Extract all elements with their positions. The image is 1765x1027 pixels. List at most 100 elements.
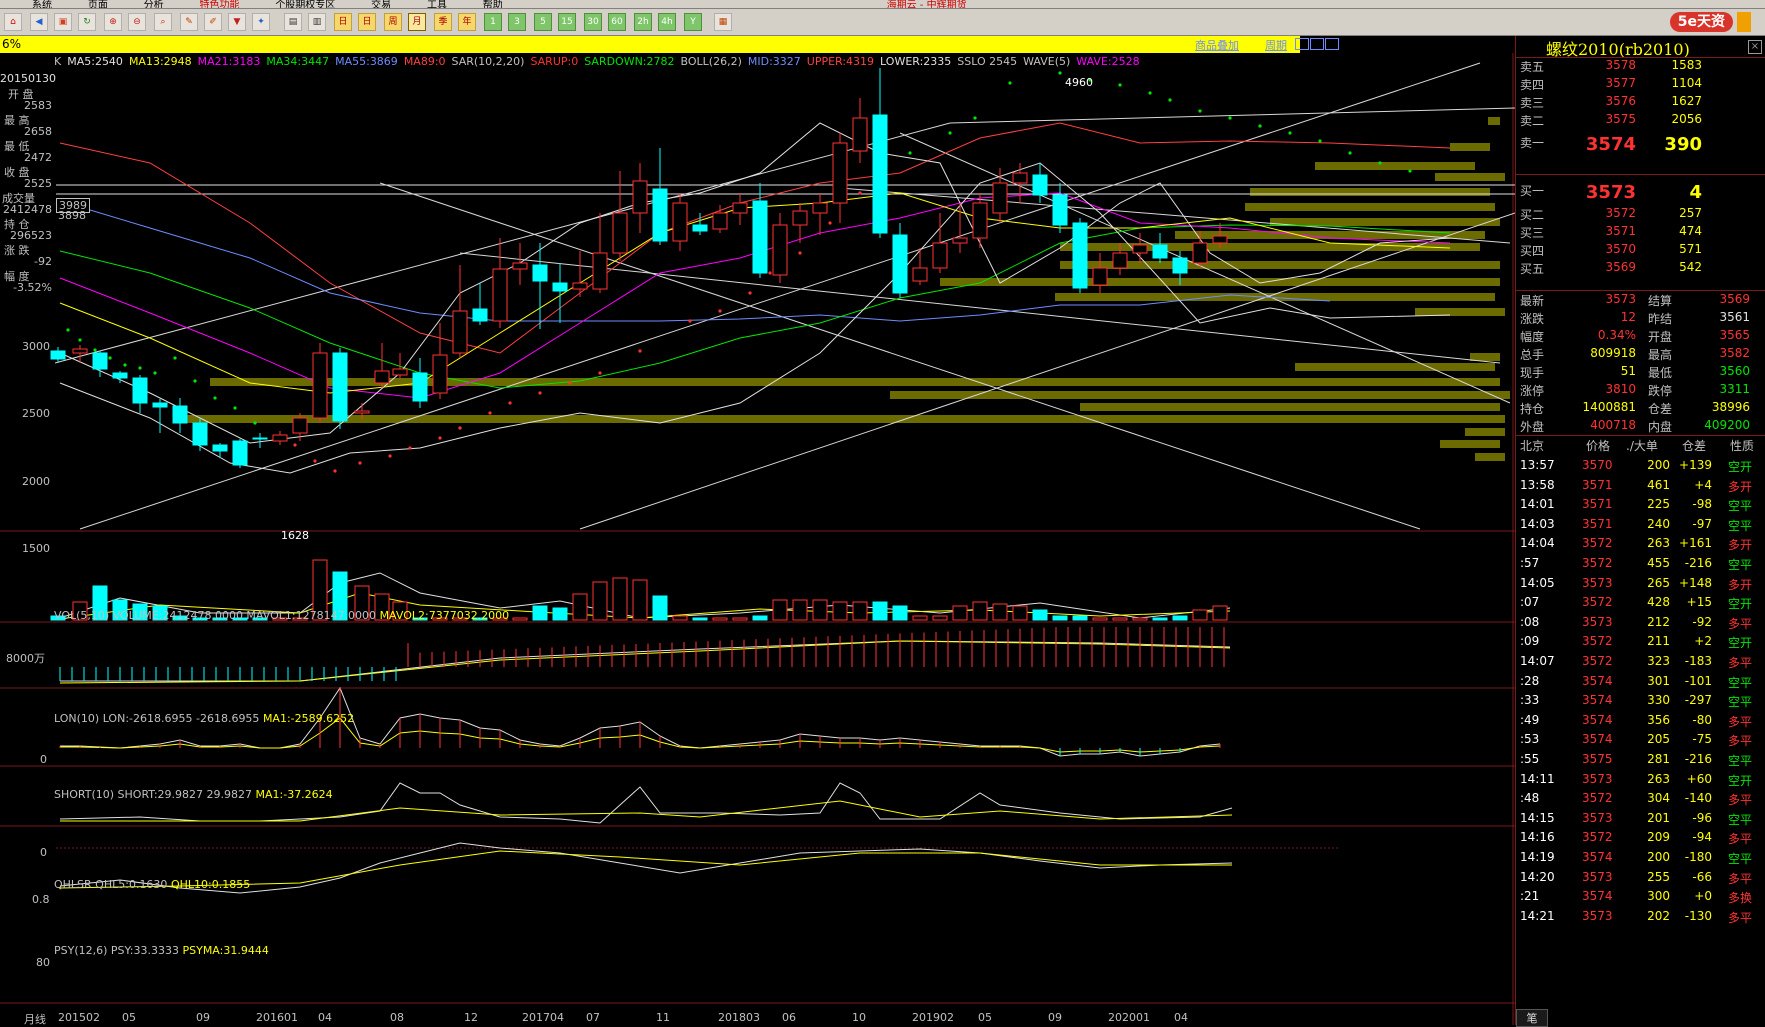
tick-row[interactable]: :57 3572 455 -216 空平: [1516, 554, 1765, 573]
stat-row[interactable]: 现手 51 最低 3560: [1516, 364, 1765, 382]
tick-row[interactable]: :28 3574 301 -101 空平: [1516, 672, 1765, 691]
period-4h-button[interactable]: 4h: [658, 13, 676, 31]
stat-row[interactable]: 涨跌 12 昨结 3561: [1516, 310, 1765, 328]
x-label: 12: [464, 1011, 478, 1024]
stat-row[interactable]: 最新 3573 结算 3569: [1516, 292, 1765, 310]
period-year-button[interactable]: 年: [458, 13, 476, 31]
candle-body: [272, 434, 288, 442]
bid-row[interactable]: 买二 3572 257: [1516, 206, 1765, 224]
stat-label: 涨跌: [1520, 312, 1545, 326]
period-week-button[interactable]: 周: [384, 13, 402, 31]
tick-row[interactable]: 14:03 3571 240 -97 空平: [1516, 515, 1765, 534]
stat-row[interactable]: 持仓 1400881 仓差 38996: [1516, 400, 1765, 418]
menu-options[interactable]: 个股期权专区: [275, 0, 335, 8]
stat-row[interactable]: 涨停 3810 跌停 3311: [1516, 382, 1765, 400]
tab-period[interactable]: 周期: [1265, 37, 1287, 53]
period-60m-button[interactable]: 60: [608, 13, 626, 31]
pen-icon[interactable]: ✎: [180, 13, 198, 31]
tab-ticks[interactable]: 笔: [1516, 1009, 1548, 1027]
period-5m-button[interactable]: 5: [534, 13, 552, 31]
tick-row[interactable]: 14:07 3572 323 -183 多平: [1516, 652, 1765, 671]
draw-icon[interactable]: ✐: [204, 13, 222, 31]
period-30m-button[interactable]: 30: [584, 13, 602, 31]
tick-row[interactable]: 14:16 3572 209 -94 多平: [1516, 828, 1765, 847]
stat-row[interactable]: 总手 809918 最高 3582: [1516, 346, 1765, 364]
tick-row[interactable]: :07 3572 428 +15 空开: [1516, 593, 1765, 612]
menu-help[interactable]: 帮助: [483, 0, 503, 8]
period-1d-button[interactable]: 日: [334, 13, 352, 31]
zoom-out-icon[interactable]: ⊖: [128, 13, 146, 31]
ask-row[interactable]: 卖三 3576 1627: [1516, 94, 1765, 112]
tick-row[interactable]: :21 3574 300 +0 多换: [1516, 887, 1765, 906]
tick-row[interactable]: :08 3573 212 -92 多平: [1516, 613, 1765, 632]
menu-system[interactable]: 系统: [32, 0, 52, 8]
tick-row[interactable]: 13:57 3570 200 +139 空开: [1516, 456, 1765, 475]
stat-row[interactable]: 幅度 0.34% 开盘 3565: [1516, 328, 1765, 346]
period-15m-button[interactable]: 15: [558, 13, 576, 31]
tick-row[interactable]: 14:11 3573 263 +60 空开: [1516, 770, 1765, 789]
tick-row[interactable]: :33 3574 330 -297 空平: [1516, 691, 1765, 710]
ask-row[interactable]: 卖五 3578 1583: [1516, 58, 1765, 76]
period-day-button[interactable]: 日: [358, 13, 376, 31]
tick-row[interactable]: :55 3575 281 -216 空平: [1516, 750, 1765, 769]
tick-price: 3572: [1582, 791, 1613, 806]
tick-row[interactable]: 14:15 3573 201 -96 空平: [1516, 809, 1765, 828]
back-icon[interactable]: ◀: [30, 13, 48, 31]
menu-tools[interactable]: 工具: [427, 0, 447, 8]
tick-row[interactable]: 14:20 3573 255 -66 多平: [1516, 868, 1765, 887]
stat-row[interactable]: 外盘 400718 内盘 409200: [1516, 418, 1765, 436]
tick-nature: 多开: [1728, 538, 1753, 553]
tick-row[interactable]: 14:04 3572 263 +161 多开: [1516, 534, 1765, 553]
period-2h-button[interactable]: 2h: [634, 13, 652, 31]
tick-row[interactable]: :09 3572 211 +2 空开: [1516, 632, 1765, 651]
period-1m-button[interactable]: 1: [484, 13, 502, 31]
ask-row[interactable]: 卖四 3577 1104: [1516, 76, 1765, 94]
new-icon[interactable]: ✦: [252, 13, 270, 31]
tick-row[interactable]: 13:58 3571 461 +4 多开: [1516, 476, 1765, 495]
bid-row[interactable]: 买五 3569 542: [1516, 260, 1765, 278]
short-header-text: SHORT(10) SHORT:29.9827 29.9827: [54, 788, 252, 801]
home-icon[interactable]: ⌂: [4, 13, 22, 31]
bid-row[interactable]: 买一 3573 4: [1516, 182, 1765, 203]
close-icon[interactable]: ×: [1748, 40, 1762, 54]
tick-row[interactable]: :49 3574 356 -80 多平: [1516, 711, 1765, 730]
indicator-6: MA89:0: [403, 55, 446, 68]
kline-button[interactable]: ▥: [308, 13, 326, 31]
period-quarter-button[interactable]: 季: [434, 13, 452, 31]
tick-row[interactable]: 14:01 3571 225 -98 空平: [1516, 495, 1765, 514]
menu-analysis[interactable]: 分析: [144, 0, 164, 8]
stat-value: 400718: [1590, 418, 1636, 432]
tick-row[interactable]: :48 3572 304 -140 多平: [1516, 789, 1765, 808]
tab-overlay[interactable]: 商品叠加: [1195, 37, 1239, 53]
stat-value: 51: [1620, 364, 1636, 378]
tick-row[interactable]: 14:05 3573 265 +148 多开: [1516, 574, 1765, 593]
divider: [1516, 174, 1765, 175]
monitor-icon[interactable]: ▣: [54, 13, 72, 31]
bid-row[interactable]: 买三 3571 474: [1516, 224, 1765, 242]
minute-chart-button[interactable]: ▤: [284, 13, 302, 31]
period-month-button[interactable]: 月: [408, 13, 426, 31]
layout3-icon[interactable]: [1325, 38, 1339, 50]
zoom-in-icon[interactable]: ⊕: [104, 13, 122, 31]
search-icon[interactable]: ⌕: [154, 13, 172, 31]
filter-icon[interactable]: ▼: [228, 13, 246, 31]
refresh-icon[interactable]: ↻: [78, 13, 96, 31]
volume-bar: [512, 617, 528, 621]
ask-row[interactable]: 卖二 3575 2056: [1516, 112, 1765, 130]
layout2-icon[interactable]: [1310, 38, 1324, 50]
calc-icon[interactable]: ▦: [714, 13, 732, 31]
menu-page[interactable]: 页面: [88, 0, 108, 8]
layout-icon[interactable]: [1295, 38, 1309, 50]
menu-trade[interactable]: 交易: [371, 0, 391, 8]
sar-dot: [408, 446, 412, 450]
tick-row[interactable]: 14:19 3574 200 -180 空平: [1516, 848, 1765, 867]
tick-row[interactable]: 14:21 3573 202 -130 多平: [1516, 907, 1765, 926]
period-custom-button[interactable]: Y: [684, 13, 702, 31]
tick-row[interactable]: :53 3574 205 -75 多平: [1516, 730, 1765, 749]
bid-row[interactable]: 买四 3570 571: [1516, 242, 1765, 260]
ask-row[interactable]: 卖一 3574 390: [1516, 134, 1765, 155]
tick-col-time: 北京: [1520, 439, 1545, 453]
period-3m-button[interactable]: 3: [508, 13, 526, 31]
menu-special[interactable]: 特色功能: [199, 0, 239, 8]
tick-nature: 空平: [1728, 754, 1753, 768]
